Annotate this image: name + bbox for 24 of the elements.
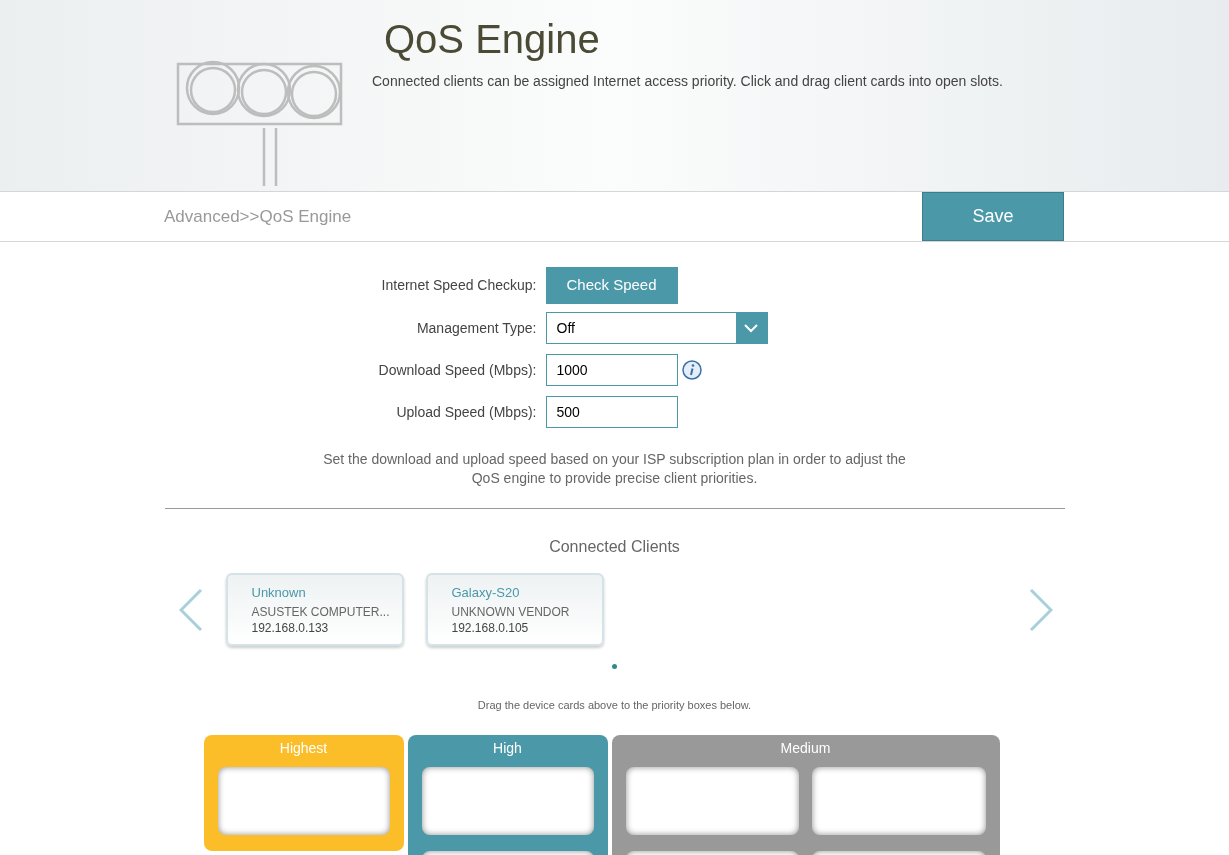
client-card[interactable]: Galaxy-S20 UNKNOWN VENDOR 192.168.0.105	[425, 573, 604, 646]
priority-label: Highest	[278, 739, 329, 757]
drag-hint: Drag the device cards above to the priority boxes below.	[476, 698, 753, 713]
field-label: Management Type:	[415, 318, 538, 338]
download-speed-field[interactable]: 1000	[545, 354, 678, 386]
field-label: Download Speed (Mbps):	[377, 360, 538, 380]
page-title: QoS Engine	[384, 16, 601, 62]
client-name: Unknown	[251, 585, 307, 601]
breadcrumb: Advanced>>QoS Engine	[164, 205, 353, 228]
client-ip: 192.168.0.133	[251, 620, 330, 636]
client-vendor: UNKNOWN VENDOR	[451, 604, 571, 620]
field-label: Internet Speed Checkup:	[380, 276, 538, 295]
upload-speed-field[interactable]: 500	[545, 396, 678, 428]
section-title: Connected Clients	[548, 537, 681, 557]
management-type-dropdown[interactable]: Off	[545, 312, 768, 344]
client-card[interactable]: Unknown ASUSTEK COMPUTER... 192.168.0.133	[225, 573, 404, 646]
priority-label: High	[492, 739, 523, 757]
page-description: Connected clients can be assigned Internet access priority. Click and drag client cards into open slots.	[372, 72, 1003, 91]
priority-label: Medium	[779, 739, 832, 757]
client-vendor: ASUSTEK COMPUTER...	[251, 604, 391, 620]
client-ip: 192.168.0.105	[451, 620, 530, 636]
speed-note: Set the download and upload speed based on your ISP subscription plan in order to adjust the QoS engine to provide precise client priorities.	[322, 450, 907, 488]
client-name: Galaxy-S20	[451, 585, 521, 601]
field-label: Upload Speed (Mbps):	[395, 402, 538, 422]
